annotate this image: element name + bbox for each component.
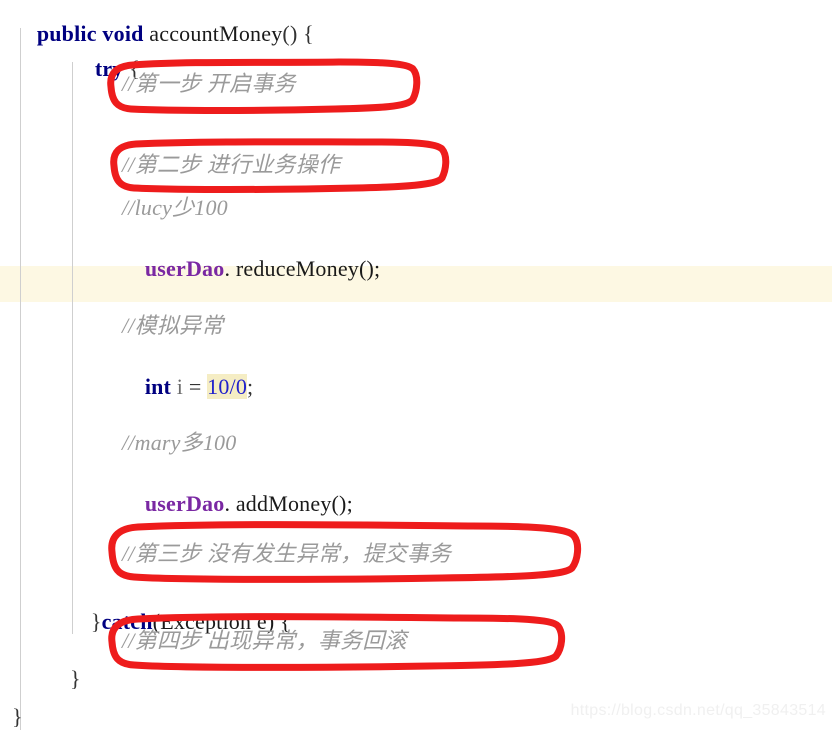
code-line-closing-brace-method[interactable]: }	[12, 706, 23, 728]
semicolon: ;	[247, 374, 254, 399]
code-line-closing-brace-catch[interactable]: }	[70, 668, 81, 690]
keyword-int: int	[144, 374, 172, 399]
indent-guide-level-2	[72, 62, 73, 634]
code-line-comment-step-3[interactable]: //第三步 没有发生异常，提交事务	[122, 543, 451, 565]
code-line-comment-lucy[interactable]: //lucy少100	[122, 197, 228, 219]
method-call-addMoney: . addMoney();	[224, 491, 353, 516]
code-line-divide-by-zero[interactable]: int i = 10/0;	[122, 354, 253, 420]
code-line-comment-step-1[interactable]: //第一步 开启事务	[122, 73, 296, 95]
method-signature-tail: () {	[282, 21, 314, 46]
closing-brace-try: }	[90, 609, 102, 634]
method-name-accountMoney: accountMoney	[149, 21, 283, 46]
code-editor[interactable]: public void accountMoney() { try { //第一步…	[0, 0, 832, 730]
indent-guide-level-1	[20, 28, 21, 730]
assign-operator: =	[188, 374, 208, 399]
method-call-reduceMoney: . reduceMoney();	[224, 256, 381, 281]
watermark-blog-url: https://blog.csdn.net/qq_35843514	[570, 702, 826, 719]
code-line-method-signature[interactable]: public void accountMoney() {	[14, 1, 314, 67]
code-line-comment-step-4[interactable]: //第四步 出现异常，事务回滚	[122, 630, 407, 652]
code-line-comment-mary[interactable]: //mary多100	[122, 432, 236, 454]
variable-i: i	[171, 374, 189, 399]
code-line-reduce-money[interactable]: userDao. reduceMoney();	[122, 236, 380, 302]
code-line-comment-step-2[interactable]: //第二步 进行业务操作	[122, 154, 340, 176]
field-userDao: userDao	[144, 491, 225, 516]
code-line-add-money[interactable]: userDao. addMoney();	[122, 471, 353, 537]
keyword-try: try	[94, 56, 124, 81]
field-userDao: userDao	[144, 256, 225, 281]
code-line-comment-simulate-exception[interactable]: //模拟异常	[122, 315, 223, 337]
number-literal-10-over-0: 10/0	[207, 374, 248, 399]
